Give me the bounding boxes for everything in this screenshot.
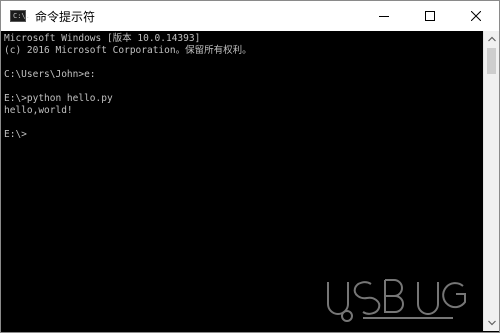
console-line: Microsoft Windows [版本 10.0.14393] (4, 33, 201, 44)
console-line: E:\>python hello.py (4, 93, 113, 104)
window-controls (361, 1, 499, 31)
console-line: C:\Users\John>e: (4, 69, 96, 80)
console-prompt-line: E:\> (4, 129, 27, 140)
maximize-button[interactable] (407, 1, 453, 31)
chevron-down-icon (487, 320, 496, 326)
window-title: 命令提示符 (35, 9, 96, 24)
cmd-icon-label: C:\. (13, 12, 30, 20)
close-button[interactable] (453, 1, 499, 31)
title-bar[interactable]: C:\. 命令提示符 (1, 1, 499, 31)
console-line: hello,world! (4, 105, 73, 116)
scroll-down-button[interactable] (484, 315, 499, 331)
minimize-button[interactable] (361, 1, 407, 31)
scroll-up-button[interactable] (484, 31, 499, 47)
console-output[interactable]: Microsoft Windows [版本 10.0.14393] (c) 20… (1, 31, 485, 331)
cmd-icon[interactable]: C:\. (10, 10, 30, 22)
vertical-scrollbar[interactable] (483, 31, 499, 331)
maximize-icon (425, 11, 435, 21)
minimize-icon (379, 16, 389, 17)
cmd-window: C:\. 命令提示符 Microsoft Windows [版本 10.0.14… (0, 0, 500, 333)
close-icon (471, 11, 481, 21)
chevron-up-icon (487, 36, 496, 42)
console-line: (c) 2016 Microsoft Corporation。保留所有权利。 (4, 45, 252, 56)
scroll-thumb[interactable] (487, 48, 496, 74)
